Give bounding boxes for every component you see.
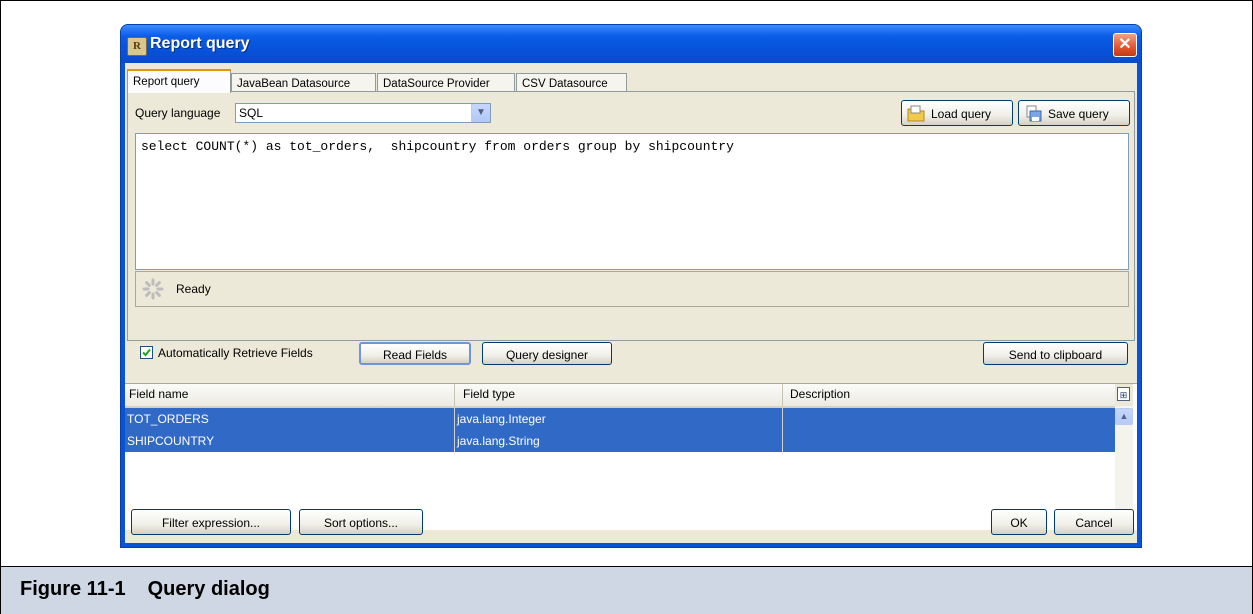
tab-csv-datasource[interactable]: CSV Datasource xyxy=(516,73,627,93)
filter-expression-label: Filter expression... xyxy=(161,516,261,530)
close-button[interactable]: ✕ xyxy=(1113,33,1137,57)
field-name-cell: SHIPCOUNTRY xyxy=(127,434,215,448)
field-type-cell: java.lang.String xyxy=(457,434,540,448)
filter-expression-button[interactable]: Filter expression... xyxy=(131,509,291,535)
tab-label: Report query xyxy=(133,76,200,88)
auto-retrieve-label[interactable]: Automatically Retrieve Fields xyxy=(158,346,313,360)
ok-label: OK xyxy=(1010,516,1028,530)
column-chooser[interactable]: ⊞ xyxy=(1115,384,1133,406)
field-type-cell: java.lang.Integer xyxy=(457,412,546,426)
spinner-icon xyxy=(142,278,164,300)
dropdown-arrow-icon[interactable]: ▼ xyxy=(471,104,490,122)
save-query-button[interactable]: Save query xyxy=(1018,100,1130,126)
column-header-field-name[interactable]: Field name xyxy=(129,387,188,401)
column-header-field-type[interactable]: Field type xyxy=(463,387,515,401)
report-query-dialog: R Report query ✕ Report query JavaBean D… xyxy=(121,25,1141,547)
query-language-label: Query language xyxy=(135,106,221,120)
fields-table: Field name Field type Description ⊞ TOT_… xyxy=(125,383,1137,530)
read-fields-button[interactable]: Read Fields xyxy=(359,342,471,365)
query-language-select[interactable]: SQL ▼ xyxy=(235,103,491,123)
tab-label: JavaBean Datasource xyxy=(237,78,351,90)
ok-button[interactable]: OK xyxy=(991,509,1047,535)
scroll-up-icon[interactable]: ▲ xyxy=(1115,408,1133,425)
query-language-value: SQL xyxy=(239,106,264,120)
column-header-description[interactable]: Description xyxy=(790,387,850,401)
send-to-clipboard-button[interactable]: Send to clipboard xyxy=(983,342,1128,365)
tab-label: DataSource Provider xyxy=(383,78,490,90)
cancel-button[interactable]: Cancel xyxy=(1054,509,1134,535)
field-name-cell: TOT_ORDERS xyxy=(127,412,209,426)
figure-number: Figure 11-1 xyxy=(20,578,126,600)
cancel-label: Cancel xyxy=(1075,516,1113,530)
load-query-button[interactable]: Load query xyxy=(901,100,1013,126)
tab-report-query[interactable]: Report query xyxy=(127,69,231,93)
sort-options-button[interactable]: Sort options... xyxy=(299,509,423,535)
read-fields-label: Read Fields xyxy=(382,348,448,362)
window-title: Report query xyxy=(150,35,250,52)
title-bar[interactable]: R Report query ✕ xyxy=(121,25,1141,63)
query-text[interactable]: select COUNT(*) as tot_orders, shipcount… xyxy=(141,139,734,154)
table-header: Field name Field type Description xyxy=(125,384,1115,408)
save-query-label: Save query xyxy=(1048,107,1109,121)
auto-retrieve-checkbox[interactable] xyxy=(140,346,153,359)
send-to-clipboard-label: Send to clipboard xyxy=(1008,348,1103,362)
query-designer-label: Query designer xyxy=(505,348,589,362)
checkmark-icon xyxy=(142,348,151,357)
column-chooser-icon: ⊞ xyxy=(1117,387,1130,401)
tab-javabean-datasource[interactable]: JavaBean Datasource xyxy=(231,73,376,93)
tab-datasource-provider[interactable]: DataSource Provider xyxy=(377,73,515,93)
figure-title: Query dialog xyxy=(147,578,270,600)
status-bar: Ready xyxy=(135,271,1129,307)
app-icon: R xyxy=(127,37,147,56)
dialog-body: Report query JavaBean Datasource DataSou… xyxy=(125,63,1137,543)
close-icon: ✕ xyxy=(1118,36,1132,53)
save-icon xyxy=(1026,105,1042,122)
sort-options-label: Sort options... xyxy=(323,516,399,530)
figure-caption: Figure 11-1 Query dialog xyxy=(20,578,270,601)
figure-caption-bar: Figure 11-1 Query dialog xyxy=(1,566,1252,614)
load-query-label: Load query xyxy=(931,107,992,121)
status-text: Ready xyxy=(176,282,211,296)
query-designer-button[interactable]: Query designer xyxy=(482,342,612,365)
table-row[interactable]: TOT_ORDERS java.lang.Integer xyxy=(125,408,1115,430)
folder-icon xyxy=(907,105,925,122)
query-editor[interactable]: select COUNT(*) as tot_orders, shipcount… xyxy=(135,133,1129,270)
table-row[interactable]: SHIPCOUNTRY java.lang.String xyxy=(125,430,1115,452)
tab-label: CSV Datasource xyxy=(522,78,608,90)
